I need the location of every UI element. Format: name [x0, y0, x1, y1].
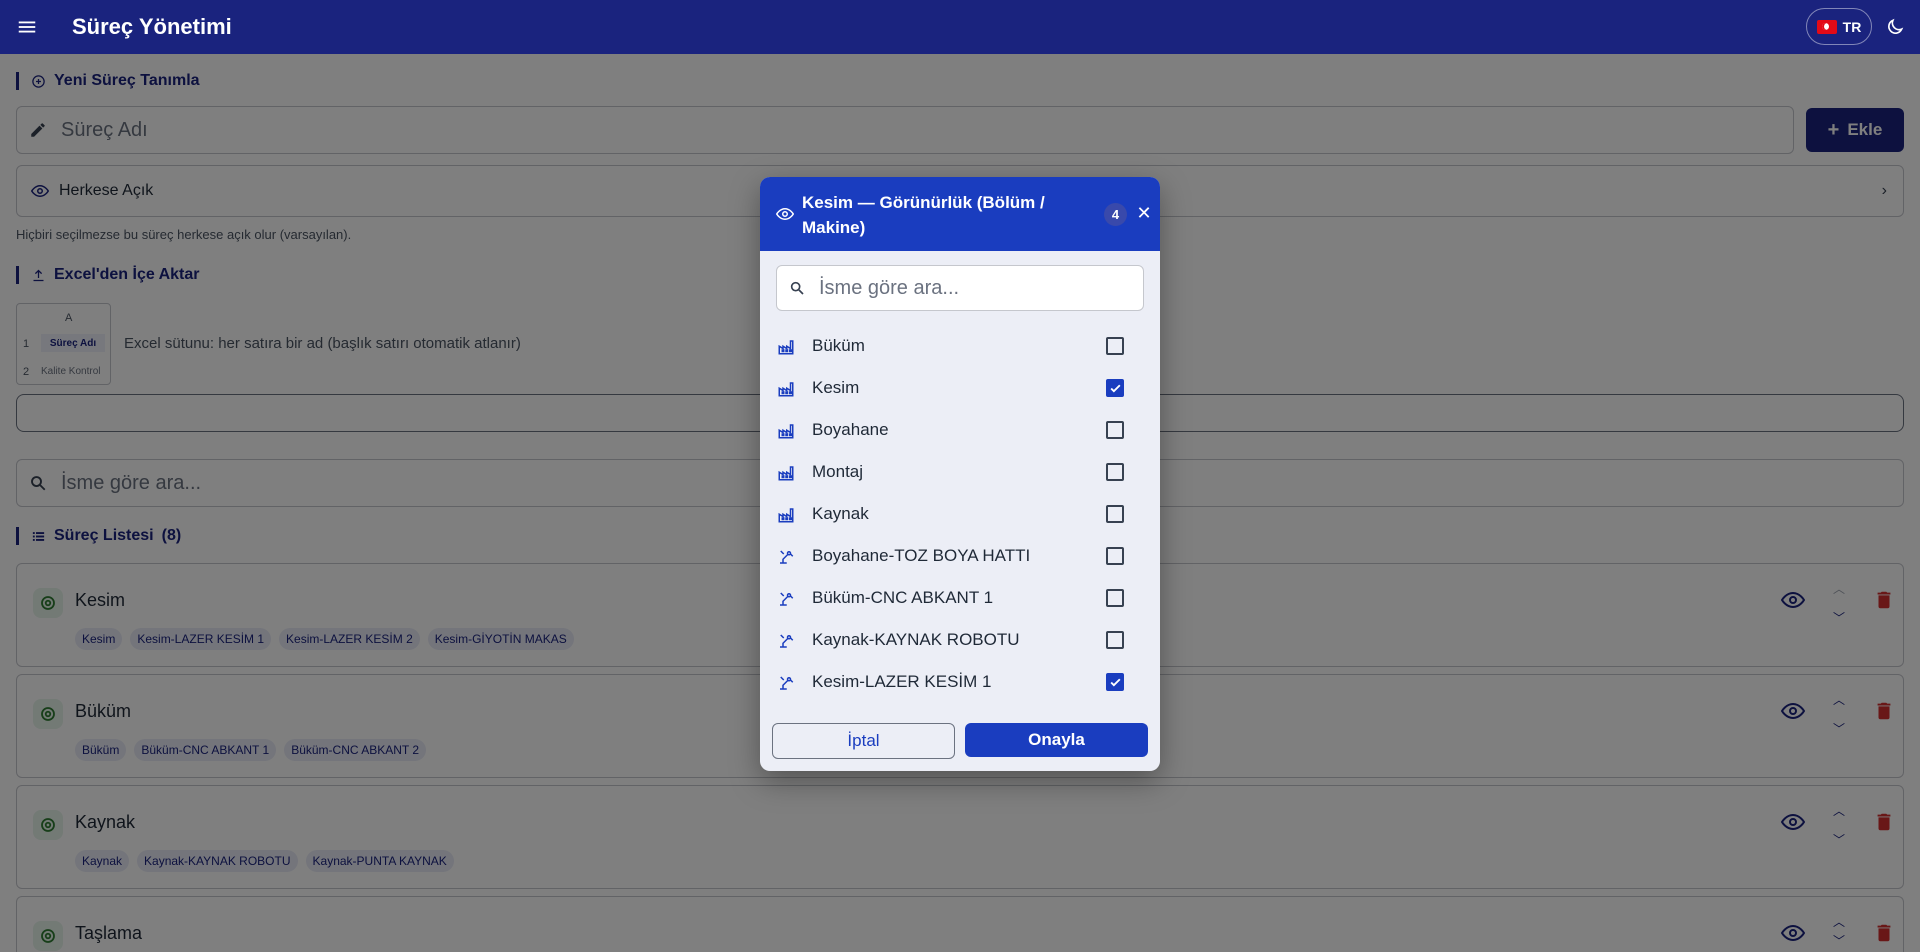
confirm-button[interactable]: Onayla: [965, 723, 1148, 757]
option-checkbox[interactable]: [1106, 589, 1124, 607]
cancel-button[interactable]: İptal: [772, 723, 955, 759]
option-checkbox[interactable]: [1106, 673, 1124, 691]
dialog-header: Kesim — Görünürlük (Bölüm / Makine) 4 ✕: [760, 177, 1160, 251]
option-row[interactable]: Büküm: [760, 325, 1160, 367]
option-checkbox[interactable]: [1106, 463, 1124, 481]
option-label: Kesim: [812, 378, 860, 397]
option-label: Kesim-LAZER KESİM 1: [812, 672, 992, 691]
visibility-dialog: Kesim — Görünürlük (Bölüm / Makine) 4 ✕ …: [760, 177, 1160, 771]
option-checkbox[interactable]: [1106, 631, 1124, 649]
option-checkbox[interactable]: [1106, 421, 1124, 439]
department-icon: [777, 380, 795, 398]
option-row[interactable]: Boyahane-TOZ BOYA HATTI: [760, 535, 1160, 577]
hamburger-icon: [18, 21, 36, 33]
department-icon: [777, 422, 795, 440]
language-button[interactable]: TR: [1806, 8, 1872, 45]
department-icon: [777, 338, 795, 356]
option-checkbox[interactable]: [1106, 337, 1124, 355]
close-icon[interactable]: ✕: [1136, 203, 1152, 223]
option-row[interactable]: Kaynak: [760, 493, 1160, 535]
option-checkbox[interactable]: [1106, 505, 1124, 523]
department-icon: [777, 464, 795, 482]
option-label: Büküm: [812, 336, 865, 355]
selected-count-badge: 4: [1104, 203, 1127, 226]
search-icon: [790, 281, 804, 295]
option-row[interactable]: Kaynak-KAYNAK ROBOTU: [760, 619, 1160, 661]
option-row[interactable]: Kesim: [760, 367, 1160, 409]
dialog-search-placeholder: İsme göre ara...: [819, 276, 960, 299]
option-row[interactable]: Kesim-LAZER KESİM 1: [760, 661, 1160, 703]
option-label: Montaj: [812, 462, 864, 481]
option-label: Boyahane-TOZ BOYA HATTI: [812, 546, 1031, 565]
option-label: Boyahane: [812, 420, 889, 439]
dialog-title: Kesim — Görünürlük (Bölüm / Makine): [802, 193, 1045, 237]
option-checkbox[interactable]: [1106, 547, 1124, 565]
option-row[interactable]: Montaj: [760, 451, 1160, 493]
option-row[interactable]: Boyahane: [760, 409, 1160, 451]
dialog-search-input[interactable]: İsme göre ara...: [776, 265, 1144, 311]
department-icon: [777, 506, 795, 524]
theme-toggle-button[interactable]: [1880, 12, 1910, 42]
check-icon: [1110, 384, 1121, 393]
option-label: Büküm-CNC ABKANT 1: [812, 588, 994, 607]
menu-button[interactable]: [0, 0, 54, 54]
machine-icon: [777, 548, 795, 566]
check-icon: [1110, 678, 1121, 687]
turkey-flag-icon: [1816, 19, 1837, 34]
machine-icon: [777, 674, 795, 692]
machine-icon: [777, 632, 795, 650]
option-label: Kaynak-KAYNAK ROBOTU: [812, 630, 1020, 649]
app-bar: Süreç Yönetimi TR: [0, 0, 1920, 54]
option-list: Büküm Kesim Boyahane Montaj Kaynak Boyahane-T…: [760, 325, 1160, 703]
option-label: Kaynak: [812, 504, 869, 523]
app-title: Süreç Yönetimi: [72, 14, 232, 39]
language-code: TR: [1842, 18, 1862, 35]
moon-icon: [1888, 18, 1904, 34]
option-checkbox[interactable]: [1106, 379, 1124, 397]
machine-icon: [777, 590, 795, 608]
eye-icon: [776, 207, 794, 221]
option-row[interactable]: Büküm-CNC ABKANT 1: [760, 577, 1160, 619]
